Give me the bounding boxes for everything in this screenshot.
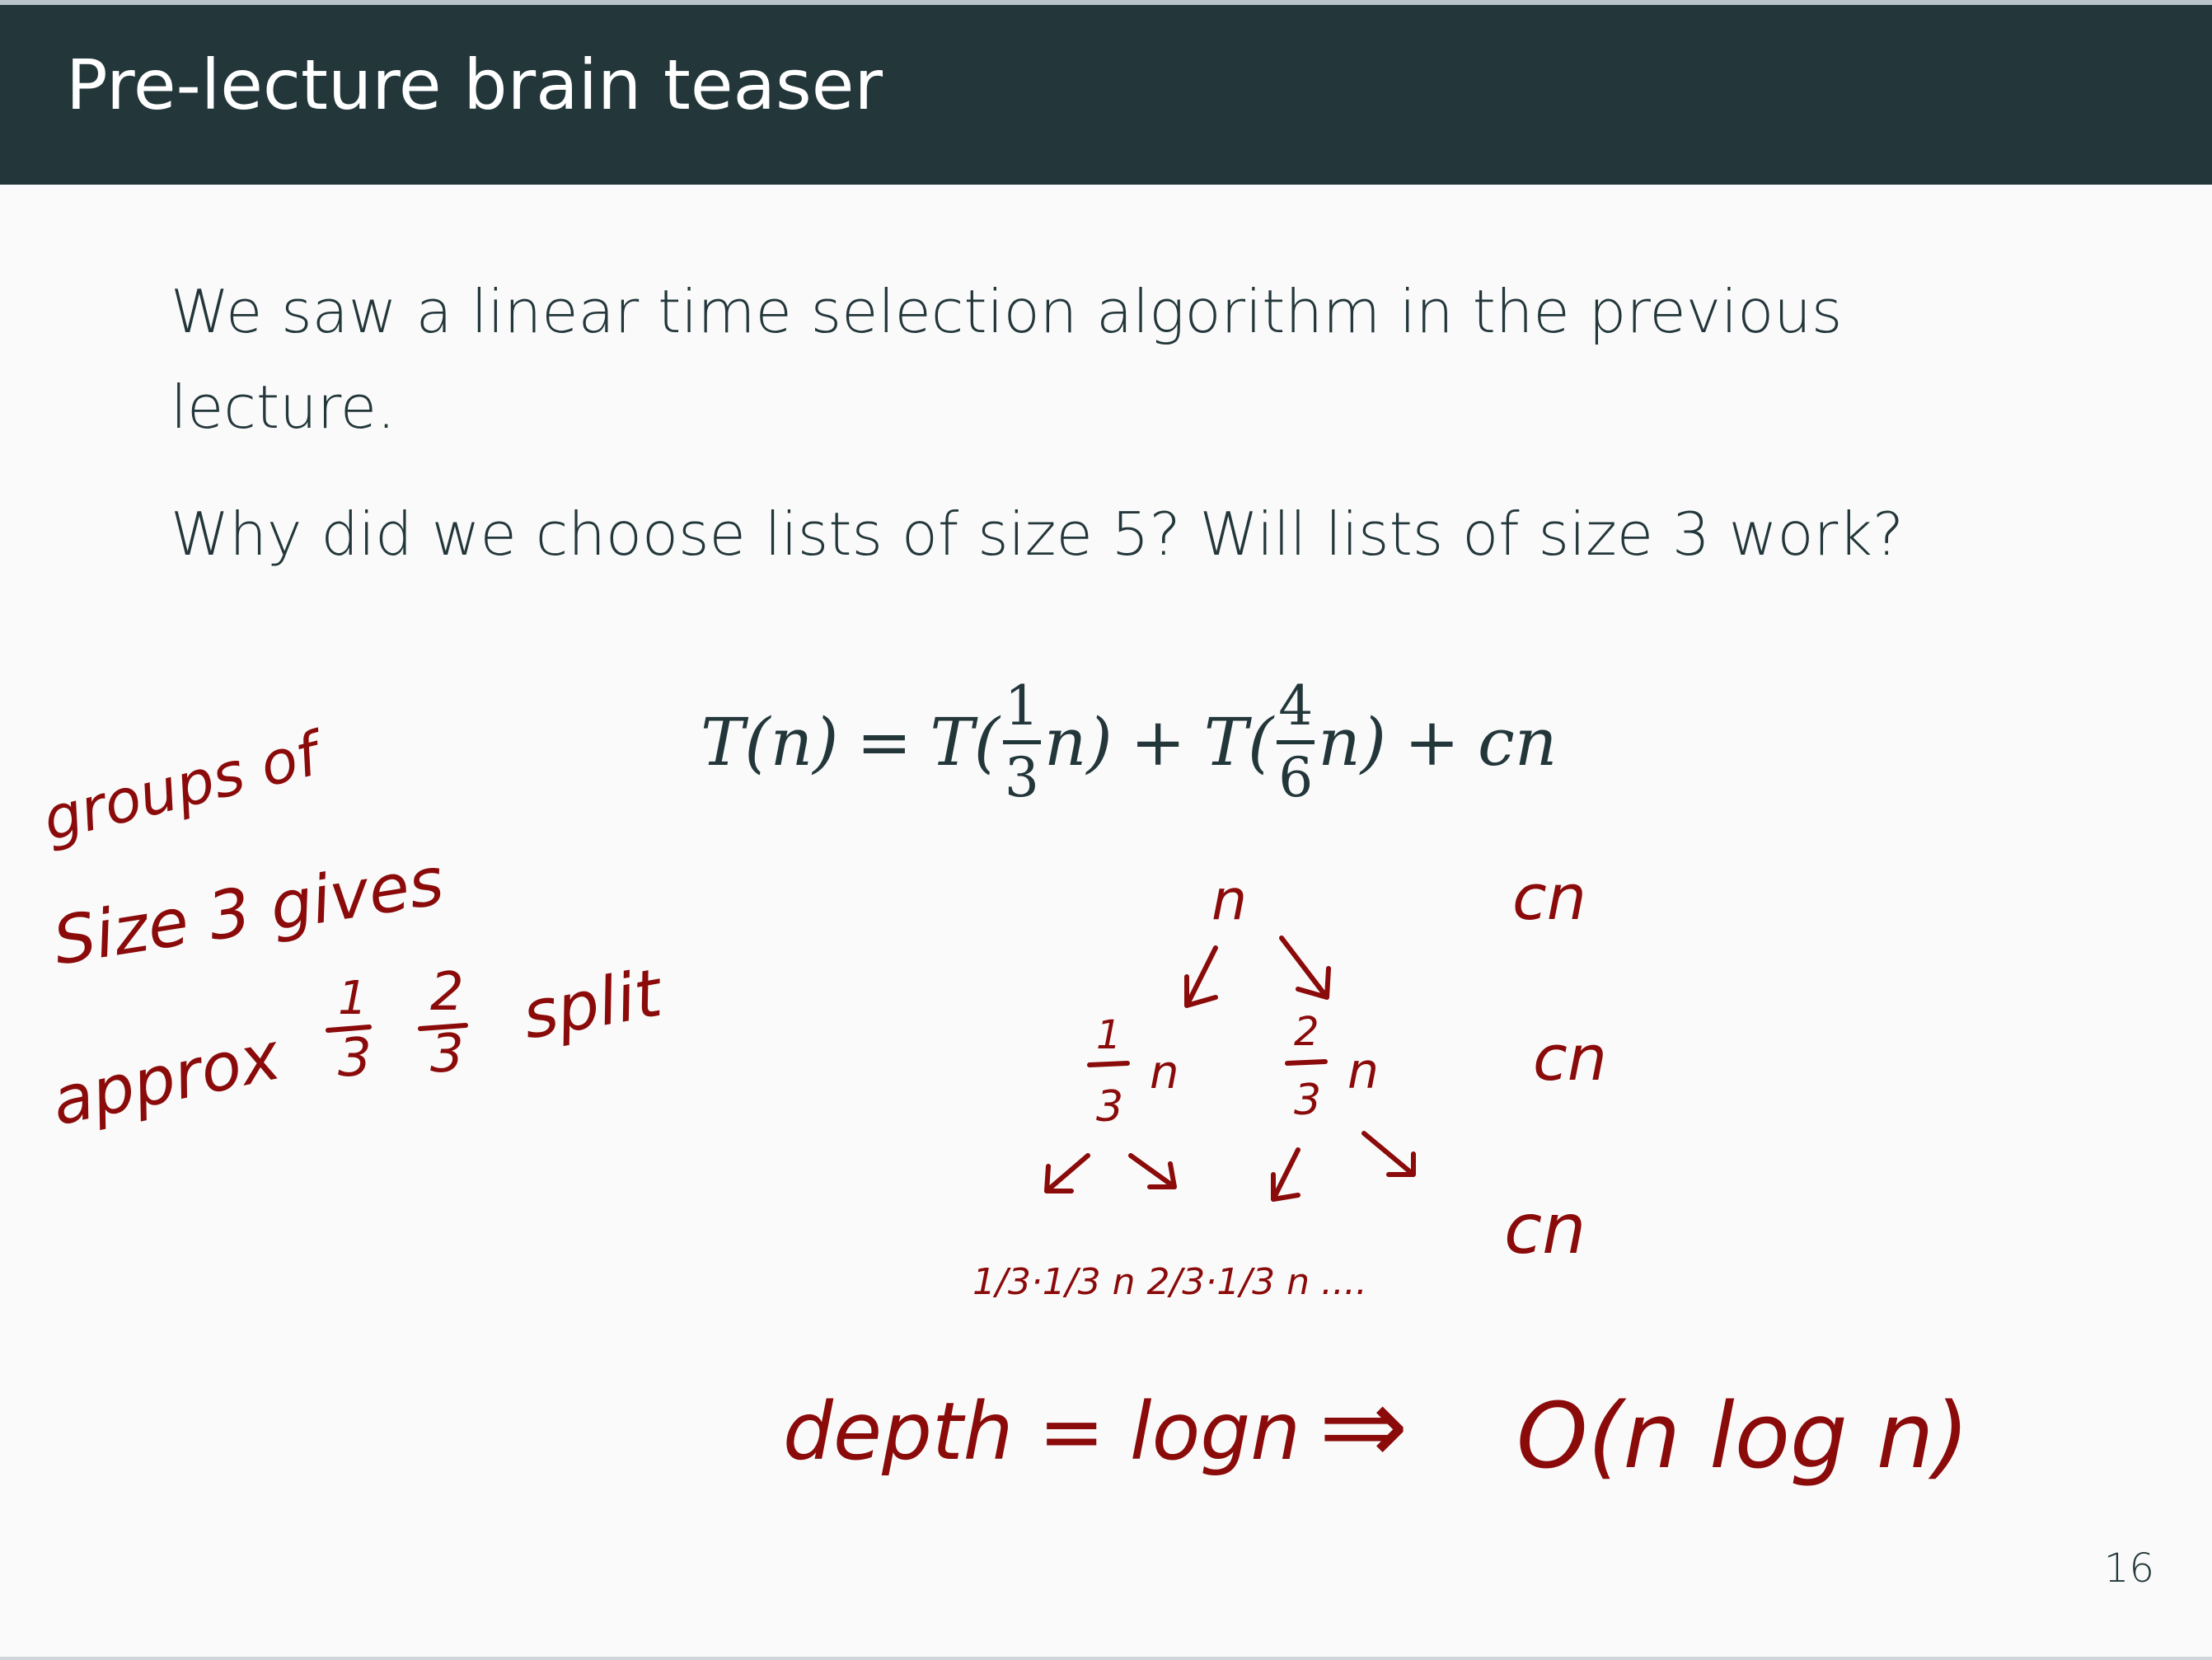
tree-l1-left-den: 3 [1096, 1082, 1123, 1132]
tree-arrow-2 [1128, 1153, 1177, 1189]
note-size-3-gives: Size 3 gives [48, 842, 448, 980]
tree-l1-right-den: 3 [1294, 1076, 1321, 1125]
tree-l1-right-bar [1285, 1059, 1328, 1066]
tree-arrow-1 [1044, 1153, 1090, 1193]
note-split: split [517, 954, 668, 1053]
cost-label-level1: cn [1533, 1021, 1607, 1095]
note-approx: approx [45, 1017, 288, 1140]
tree-root: n [1211, 868, 1247, 933]
recursion-tree: n 1 3 n 2 3 n 1/3·1/3 n 2/3·1/3 n .... c… [972, 860, 1607, 1303]
big-o-result: O(n log n) [1516, 1383, 1969, 1489]
cost-label-level2: cn [1504, 1189, 1586, 1269]
tree-l1-left-num: 1 [1096, 1012, 1122, 1058]
bottom-border [0, 1657, 2212, 1660]
tree-arrow-4 [1361, 1131, 1416, 1177]
note-frac-a-num: 1 [338, 972, 368, 1025]
cost-label-level0: cn [1512, 860, 1586, 934]
note-frac-a-den: 3 [338, 1028, 372, 1089]
note-frac-b-den: 3 [430, 1024, 464, 1085]
tree-arrow-3 [1271, 1147, 1300, 1202]
tree-arrow-root-left [1184, 945, 1218, 1008]
tree-level2-terms: 1/3·1/3 n 2/3·1/3 n .... [972, 1261, 1367, 1303]
note-groups-of: groups of [36, 717, 333, 854]
note-frac-b-num: 2 [430, 962, 464, 1023]
depth-text: depth = logn [783, 1386, 1300, 1478]
tree-arrow-root-right [1279, 936, 1331, 1000]
handwritten-annotations: groups of Size 3 gives approx 1 3 2 3 sp… [36, 717, 1970, 1489]
tree-l1-right-n: n [1347, 1043, 1379, 1100]
tree-l1-left-n: n [1150, 1046, 1179, 1100]
left-note: groups of Size 3 gives approx 1 3 2 3 sp… [36, 717, 669, 1140]
implies-arrow-icon: ⇒ [1319, 1363, 1408, 1489]
conclusion: depth = logn ⇒ O(n log n) [783, 1363, 1969, 1489]
page-number: 16 [2103, 1545, 2154, 1592]
tree-l1-right-num: 2 [1294, 1009, 1319, 1055]
tree-l1-left-bar [1087, 1061, 1130, 1067]
